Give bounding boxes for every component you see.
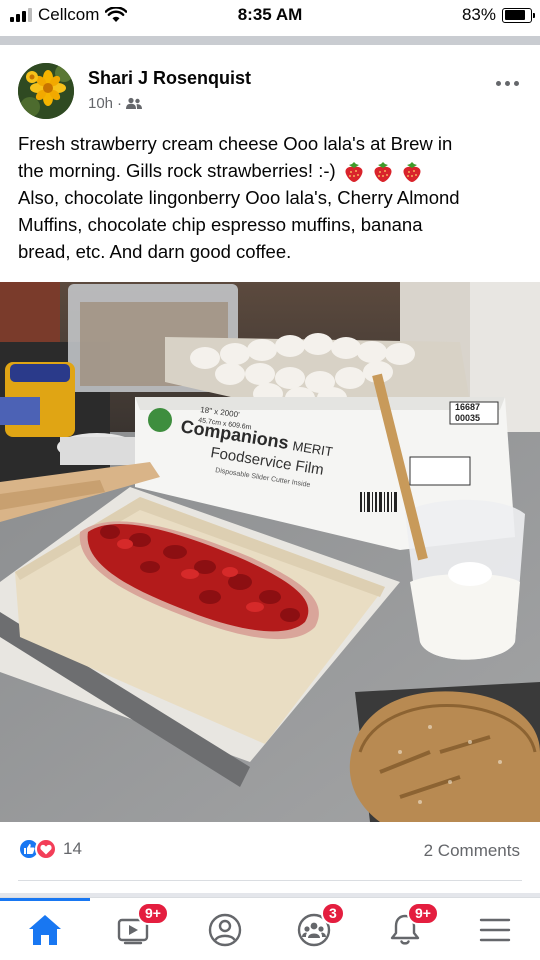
post-text-line: Fresh strawberry cream cheese Ooo lala's… (18, 133, 453, 154)
meta-separator: · (117, 95, 123, 112)
post-text-line-with-emoji: the morning. Gills rock strawberries! :-… (18, 157, 528, 184)
post-text-line: Also, chocolate lingonberry Ooo lala's, … (18, 187, 460, 208)
post-meta: 10h · (88, 95, 143, 112)
post-text: Fresh strawberry cream cheese Ooo lala's… (18, 130, 528, 265)
post-photo[interactable]: 18" x 2000' 45.7cm x 609.6m Companions M… (0, 282, 540, 822)
strawberry-icon (374, 162, 392, 183)
love-reaction-icon (35, 838, 57, 860)
menu-icon (479, 918, 511, 942)
more-options-button[interactable] (496, 75, 524, 91)
profile-icon (208, 913, 242, 947)
avatar-flower-image (18, 63, 74, 119)
feed-divider (0, 36, 540, 45)
nav-notifications-tab[interactable]: 9+ (383, 902, 439, 950)
bottom-navigation: 9+ 3 9+ (0, 897, 540, 960)
nav-home-tab[interactable] (23, 910, 67, 950)
home-icon (29, 915, 61, 945)
avatar[interactable] (18, 63, 74, 119)
strawberry-icon (345, 162, 363, 183)
battery-fill (504, 10, 526, 20)
post-author[interactable]: Shari J Rosenquist (88, 68, 251, 89)
reactions-summary[interactable]: 14 (18, 838, 82, 860)
battery-info: 83% (461, 5, 535, 25)
friends-icon (126, 97, 143, 109)
battery-icon (502, 7, 535, 23)
strawberry-icon (403, 162, 421, 183)
kitchen-pastry-image: 18" x 2000' 45.7cm x 609.6m Companions M… (0, 282, 540, 822)
groups-badge: 3 (321, 902, 345, 925)
nav-groups-tab[interactable]: 3 (293, 902, 345, 950)
reaction-count: 14 (63, 839, 82, 858)
notifications-badge: 9+ (407, 902, 439, 925)
reaction-icons (18, 838, 57, 860)
box-code-text: 16687 (455, 402, 480, 412)
clock: 8:35 AM (237, 5, 303, 24)
post-time[interactable]: 10h (88, 95, 113, 112)
comments-count-link[interactable]: 2 Comments (424, 841, 520, 861)
nav-menu-tab[interactable] (473, 910, 517, 950)
post-divider (18, 880, 522, 881)
watch-badge: 9+ (137, 902, 169, 925)
status-bar: Cellcom 8:35 AM 83% (0, 0, 540, 34)
box-code2-text: 00035 (455, 413, 480, 423)
post-text-line: the morning. Gills rock strawberries! :-… (18, 160, 336, 181)
post-header: Shari J Rosenquist 10h · (0, 55, 540, 125)
battery-percent: 83% (461, 5, 496, 24)
nav-watch-tab[interactable]: 9+ (113, 902, 169, 950)
active-tab-indicator (0, 898, 90, 901)
post-text-line: bread, etc. And darn good coffee. (18, 241, 292, 262)
nav-profile-tab[interactable] (203, 910, 247, 950)
post-text-line: Muffins, chocolate chip espresso muffins… (18, 214, 423, 235)
